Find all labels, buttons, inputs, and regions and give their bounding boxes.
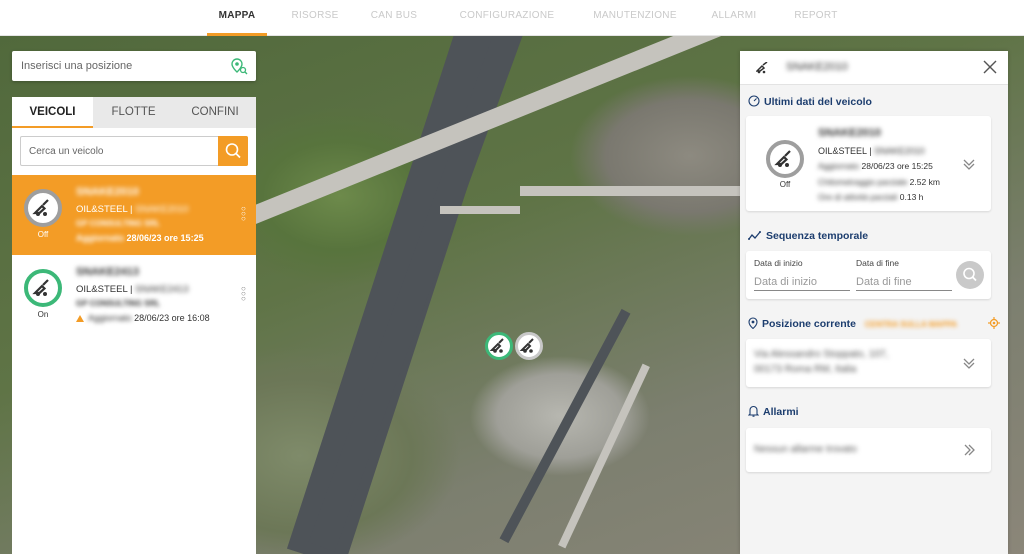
end-date-input[interactable] bbox=[856, 273, 952, 291]
vehicle-search-button[interactable] bbox=[218, 136, 248, 166]
start-date-label: Data di inizio bbox=[754, 258, 803, 268]
vehicle-search bbox=[20, 136, 248, 166]
vehicle-avatar bbox=[766, 140, 804, 178]
chevron-double-right-icon[interactable] bbox=[962, 443, 976, 457]
timeline-search-button[interactable] bbox=[956, 261, 984, 289]
position-card: Via Alessandro Stoppato, 107, 00173 Roma… bbox=[746, 339, 991, 387]
forklift-icon bbox=[519, 338, 534, 353]
tab-risorse[interactable]: RISORSE bbox=[284, 0, 346, 36]
more-vert-icon[interactable]: ○ ○ ○ bbox=[241, 205, 246, 223]
forklift-icon bbox=[32, 199, 49, 216]
vehicle-marker-on[interactable] bbox=[485, 332, 513, 360]
vehicle-updated: Aggiornato 28/06/23 ore 15:25 bbox=[818, 161, 933, 171]
chevron-double-down-icon[interactable] bbox=[962, 356, 976, 370]
vehicle-card-snake2010[interactable]: Off SNAKE2010 OIL&STEEL | SNAKE2010 GP C… bbox=[12, 175, 256, 255]
section-position-title: Posizione corrente CENTRA SULLA MAPPA bbox=[748, 317, 1000, 330]
tab-flotte[interactable]: FLOTTE bbox=[93, 97, 174, 128]
chevron-double-down-icon[interactable] bbox=[962, 157, 976, 171]
alarms-card: Nessun allarme trovato bbox=[746, 428, 991, 472]
section-last-data-title: Ultimi dati del veicolo bbox=[748, 95, 872, 108]
vehicle-hours: Ore di attività parziali 0.13 h bbox=[818, 192, 924, 202]
vehicle-detail-panel: SNAKE2010 Ultimi dati del veicolo Off SN… bbox=[740, 51, 1008, 554]
vehicle-search-input[interactable] bbox=[21, 137, 217, 165]
bell-icon bbox=[748, 405, 759, 417]
tab-can-bus[interactable]: CAN BUS bbox=[364, 0, 424, 36]
vehicle-last-update: Aggiornato 28/06/23 ore 16:08 bbox=[76, 313, 210, 323]
address-line-1: Via Alessandro Stoppato, 107, bbox=[754, 349, 889, 360]
address-line-2: 00173 Roma RM, Italia bbox=[754, 364, 857, 375]
tab-configurazione[interactable]: CONFIGURAZIONE bbox=[452, 0, 562, 36]
tab-allarmi[interactable]: ALLARMI bbox=[703, 0, 765, 36]
left-tabs: VEICOLI FLOTTE CONFINI bbox=[12, 97, 256, 128]
vehicle-status: Off bbox=[779, 180, 791, 189]
forklift-icon bbox=[774, 150, 791, 167]
vehicle-name: SNAKE2010 bbox=[818, 127, 881, 139]
forklift-icon bbox=[489, 338, 504, 353]
detail-header: SNAKE2010 bbox=[740, 51, 1008, 85]
tab-report[interactable]: REPORT bbox=[785, 0, 847, 36]
vehicles-panel: VEICOLI FLOTTE CONFINI Off SNAKE2010 OIL… bbox=[12, 97, 256, 554]
vehicle-last-update: Aggiornato 28/06/23 ore 15:25 bbox=[76, 233, 204, 243]
detail-title: SNAKE2010 bbox=[786, 61, 848, 73]
vehicle-name: SNAKE2413 bbox=[76, 266, 139, 278]
timeline-card: Data di inizio Data di fine bbox=[746, 251, 991, 299]
vehicle-status: On bbox=[37, 310, 49, 319]
start-date-input[interactable] bbox=[754, 273, 850, 291]
position-search bbox=[12, 51, 256, 81]
tab-manutenzione[interactable]: MANUTENZIONE bbox=[585, 0, 685, 36]
forklift-icon bbox=[32, 279, 49, 296]
vehicle-km: Chilometraggio parziale 2.52 km bbox=[818, 177, 940, 187]
vehicle-avatar bbox=[24, 269, 62, 307]
search-icon bbox=[225, 143, 241, 159]
map-pin-icon bbox=[748, 317, 758, 329]
vehicle-owner: OIL&STEEL | SNAKE2010 bbox=[818, 146, 925, 156]
crosshair-icon[interactable] bbox=[988, 317, 1000, 329]
vehicle-avatar bbox=[24, 189, 62, 227]
alarms-empty-text: Nessun allarme trovato bbox=[754, 444, 857, 455]
vehicle-card-snake2413[interactable]: On SNAKE2413 OIL&STEEL | SNAKE2413 GP CO… bbox=[12, 255, 256, 335]
close-icon[interactable] bbox=[982, 59, 998, 75]
warning-icon bbox=[76, 315, 84, 322]
vehicle-company: GP CONSULTING SRL bbox=[76, 219, 161, 228]
section-alarms-title: Allarmi bbox=[748, 405, 799, 418]
search-icon bbox=[963, 267, 977, 282]
tab-mappa[interactable]: MAPPA bbox=[207, 0, 267, 36]
forklift-icon bbox=[756, 62, 768, 74]
center-on-map-link[interactable]: CENTRA SULLA MAPPA bbox=[865, 320, 957, 329]
more-vert-icon[interactable]: ○ ○ ○ bbox=[241, 285, 246, 303]
vehicle-owner: OIL&STEEL | SNAKE2010 bbox=[76, 204, 189, 215]
vehicle-status: Off bbox=[37, 230, 49, 239]
section-timeline-title: Sequenza temporale bbox=[748, 230, 868, 242]
end-date-label: Data di fine bbox=[856, 258, 899, 268]
tab-veicoli[interactable]: VEICOLI bbox=[12, 97, 93, 128]
vehicle-name: SNAKE2010 bbox=[76, 186, 139, 198]
speedometer-icon bbox=[748, 95, 760, 107]
vehicle-owner: OIL&STEEL | SNAKE2413 bbox=[76, 284, 189, 295]
top-navigation: MAPPA RISORSE CAN BUS CONFIGURAZIONE MAN… bbox=[0, 0, 1024, 36]
vehicle-marker-off[interactable] bbox=[515, 332, 543, 360]
timeline-icon bbox=[748, 231, 761, 240]
last-data-card: Off SNAKE2010 OIL&STEEL | SNAKE2010 Aggi… bbox=[746, 116, 991, 211]
vehicle-company: GP CONSULTING SRL bbox=[76, 299, 161, 308]
tab-confini[interactable]: CONFINI bbox=[174, 97, 256, 128]
map-pin-search-icon[interactable] bbox=[230, 57, 248, 75]
position-search-input[interactable] bbox=[12, 51, 222, 81]
